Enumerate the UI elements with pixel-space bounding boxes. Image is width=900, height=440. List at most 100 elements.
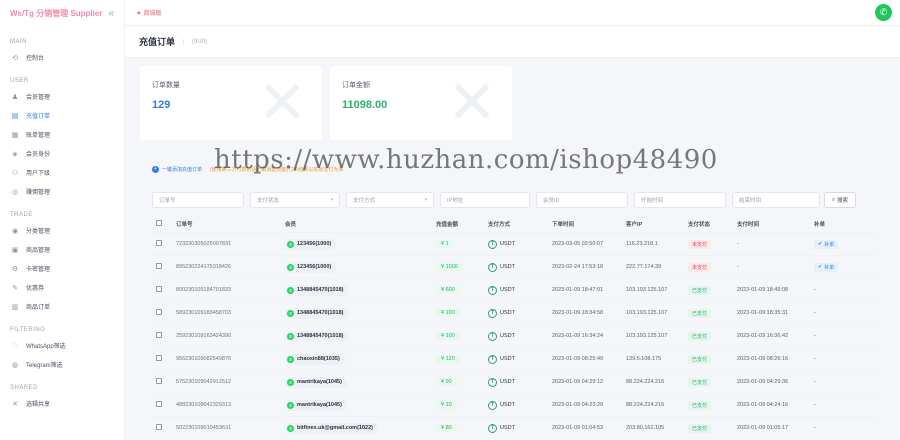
- member-chip[interactable]: ✆ chaoxin88(1035): [285, 353, 345, 365]
- cell-client-ip: 222.77.174.39: [626, 264, 662, 270]
- sidebar-item[interactable]: ◍ Telegram筛选: [0, 355, 124, 374]
- sidebar-item[interactable]: ⟲ 控制台: [0, 48, 124, 67]
- row-checkbox[interactable]: [156, 378, 162, 384]
- member-chip[interactable]: ✆ bitfinex.uk@gmail.com(1022): [285, 422, 378, 434]
- cell-order-no: 259230109163424390: [176, 333, 232, 339]
- brand: Ws/Tg 分销管理 Supplier «: [0, 0, 124, 26]
- sidebar-item[interactable]: ⚇ 用户下级: [0, 163, 124, 182]
- row-checkbox[interactable]: [156, 355, 162, 361]
- sidebar-item[interactable]: ♟ 会员管理: [0, 87, 124, 106]
- sidebar-item[interactable]: ◌ WhatsApp筛选: [0, 336, 124, 355]
- cell-chk: [156, 286, 162, 294]
- double-chevron-left-icon[interactable]: «: [108, 8, 114, 19]
- member-label: mantrikaya(1045): [297, 379, 342, 385]
- pay-status-select[interactable]: 支付状态 ▾: [250, 192, 340, 208]
- cell-client-ip: 103.193.125.107: [626, 333, 668, 339]
- cell-client-ip: 88.224.224.216: [626, 402, 665, 408]
- identity-icon: ◈: [12, 150, 18, 158]
- cell-amount: ¥ 1: [436, 240, 454, 248]
- row-checkbox[interactable]: [156, 309, 162, 315]
- pay-method: T USDT: [488, 354, 515, 364]
- whatsapp-icon: ✆: [287, 309, 294, 317]
- cell-pay-status: 已支付: [688, 285, 712, 295]
- member-chip[interactable]: ✆ mantrikaya(1045): [285, 376, 347, 388]
- search-button[interactable]: ⌕ 搜索: [824, 192, 856, 208]
- topbar: ♥ 商城版 ✆: [125, 0, 900, 26]
- member-chip[interactable]: ✆ mantrikaya(1045): [285, 399, 347, 411]
- row-checkbox[interactable]: [156, 286, 162, 292]
- member-label: 123456(1000): [297, 264, 332, 270]
- chevron-down-icon: ▾: [330, 197, 333, 203]
- row-checkbox[interactable]: [156, 424, 162, 430]
- member-chip[interactable]: ✆ 123456(1000): [285, 238, 337, 250]
- sidebar-item[interactable]: ✎ 优惠券: [0, 278, 124, 297]
- select-all-checkbox[interactable]: [156, 220, 162, 228]
- cell-amount: ¥ 90: [436, 378, 457, 386]
- ip-input[interactable]: IP地址: [440, 192, 530, 208]
- row-checkbox[interactable]: [156, 240, 162, 246]
- amount-badge: ¥ 80: [436, 424, 457, 432]
- avatar[interactable]: ✆: [875, 4, 892, 21]
- member-chip[interactable]: ✆ 1348845470(1018): [285, 284, 349, 296]
- sidebar-item[interactable]: ▦ 账单管理: [0, 125, 124, 144]
- whatsapp-icon: ✆: [287, 424, 294, 432]
- col-pay-status: 支付状态: [688, 222, 711, 228]
- pay-method: T USDT: [488, 308, 515, 318]
- col-order-time[interactable]: 下单时间: [552, 220, 574, 228]
- cell-fix: -: [814, 333, 816, 339]
- start-time-input[interactable]: 开始时间: [634, 192, 726, 208]
- sidebar-item[interactable]: ◎ 赚佣管理: [0, 182, 124, 201]
- cell-order-time: 2023-01-09 18:47:01: [552, 287, 604, 293]
- usdt-icon: T: [488, 377, 497, 387]
- status-badge: 已支付: [688, 423, 712, 433]
- member-input[interactable]: 会员ID: [536, 192, 628, 208]
- cell-pay-method: T USDT: [488, 423, 515, 433]
- sidebar-item[interactable]: ▤ 充值订单: [0, 106, 124, 125]
- sidebar-item[interactable]: ◉ 分类管理: [0, 221, 124, 240]
- cell-chk: [156, 240, 162, 248]
- pay-method-label: USDT: [500, 264, 515, 270]
- cell-fix: ✔ 补单: [814, 239, 839, 249]
- heart-icon: ♥: [137, 11, 141, 17]
- table-row: 575230109042912512 ✆ mantrikaya(1045) ¥ 90 T…: [152, 370, 876, 393]
- amount-badge: ¥ 1: [436, 240, 454, 248]
- sidebar-item[interactable]: ▣ 商品管理: [0, 240, 124, 259]
- search-icon: ⌕: [831, 196, 836, 203]
- table-row: 502230109010453631 ✆ bitfinex.uk@gmail.com…: [152, 416, 876, 439]
- amount-badge: ¥ 90: [436, 378, 457, 386]
- sidebar-item[interactable]: ⚙ 卡密管理: [0, 259, 124, 278]
- end-time-placeholder: 结束时间: [739, 198, 762, 204]
- row-checkbox[interactable]: [156, 263, 162, 269]
- whatsapp-icon: ✆: [287, 263, 294, 271]
- fix-order-button[interactable]: ✔ 补单: [814, 239, 839, 249]
- sidebar-item-label: 优惠券: [26, 286, 45, 292]
- member-chip[interactable]: ✆ 1348845470(1018): [285, 330, 349, 342]
- notice-warning: (使用第三方付款的话已取消此功能)订单结果以实际支付为准: [210, 166, 344, 173]
- sidebar-item[interactable]: ▥ 商品订单: [0, 297, 124, 316]
- pay-method-select[interactable]: 支付方式 ▾: [346, 192, 434, 208]
- breadcrumb[interactable]: ♥ 商城版: [137, 8, 162, 17]
- sidebar-item[interactable]: ◈ 会员身份: [0, 144, 124, 163]
- end-time-input[interactable]: 结束时间: [732, 192, 820, 208]
- status-badge: 未支付: [688, 262, 712, 272]
- row-checkbox[interactable]: [156, 332, 162, 338]
- cell-member: ✆ bitfinex.uk@gmail.com(1022): [285, 422, 378, 434]
- add-order-notice[interactable]: + 一键添加充值订单 (使用第三方付款的话已取消此功能)订单结果以实际支付为准: [152, 163, 343, 175]
- col-order-no[interactable]: 订单号: [176, 220, 193, 228]
- pay-method-label: USDT: [500, 310, 515, 316]
- amount-badge: ¥ 1000: [436, 263, 463, 271]
- nav-group-title: USER: [10, 78, 29, 84]
- fix-order-button[interactable]: ✔ 补单: [814, 262, 839, 272]
- sidebar-item[interactable]: ✕ 选辑共享: [0, 394, 124, 413]
- pay-method: T USDT: [488, 239, 515, 249]
- row-checkbox[interactable]: [156, 401, 162, 407]
- cell-chk: [156, 424, 162, 432]
- whatsapp-icon: ◌: [12, 342, 18, 349]
- sidebar-item-label: 会员管理: [26, 95, 51, 101]
- member-chip[interactable]: ✆ 1348845470(1018): [285, 307, 349, 319]
- cell-client-ip: 203.80.162.105: [626, 425, 665, 431]
- member-chip[interactable]: ✆ 123456(1000): [285, 261, 337, 273]
- cell-pay-status: 已支付: [688, 308, 712, 318]
- add-order-link[interactable]: 一键添加充值订单: [162, 166, 202, 173]
- order-no-input[interactable]: 订单号: [152, 192, 244, 208]
